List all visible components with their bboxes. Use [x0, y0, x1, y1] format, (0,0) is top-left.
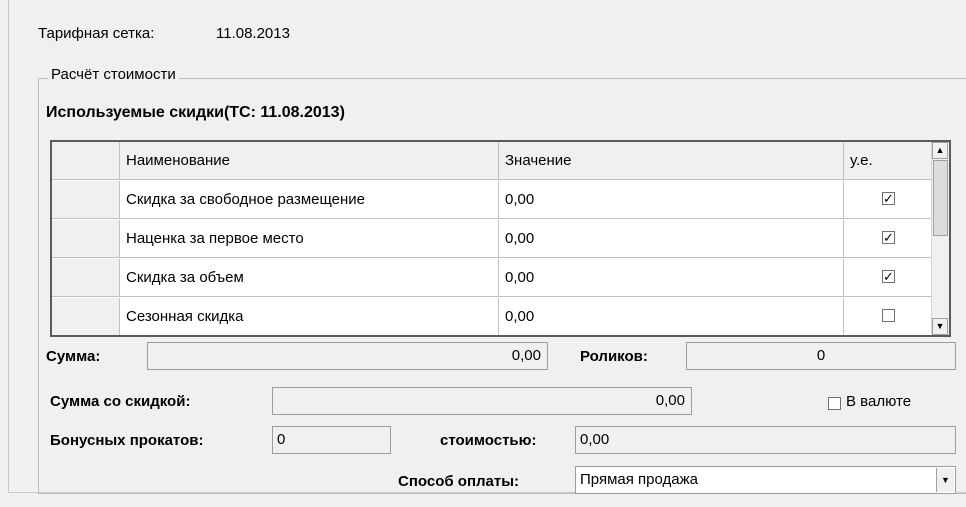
column-header-ue[interactable]: у.е.: [844, 142, 932, 180]
row-selector[interactable]: [52, 181, 120, 219]
grid-vertical-scrollbar[interactable]: ▲ ▼: [931, 142, 949, 335]
cost-label: стоимостью:: [440, 432, 537, 449]
discount-name-cell[interactable]: Наценка за первое место: [120, 220, 499, 258]
tariff-label: Тарифная сетка:: [38, 25, 155, 42]
payment-method-select[interactable]: Прямая продажа ▼: [575, 466, 956, 494]
discount-value-cell[interactable]: 0,00: [499, 220, 844, 258]
discount-value-cell[interactable]: 0,00: [499, 298, 844, 335]
tariff-date: 11.08.2013: [216, 25, 290, 42]
payment-method-value: Прямая продажа: [580, 471, 698, 488]
cost-field: 0,00: [575, 426, 956, 454]
discount-name-cell[interactable]: Скидка за свободное размещение: [120, 181, 499, 219]
clips-field: 0: [686, 342, 956, 370]
currency-label[interactable]: В валюте: [846, 393, 911, 410]
sum-field: 0,00: [147, 342, 548, 370]
discount-ue-cell[interactable]: ✓: [844, 181, 932, 219]
column-header-name[interactable]: Наименование: [120, 142, 499, 180]
ue-checkbox[interactable]: ✓: [882, 270, 895, 283]
discount-ue-cell[interactable]: ✓: [844, 259, 932, 297]
table-row[interactable]: Сезонная скидка 0,00: [52, 298, 932, 335]
discount-name-cell[interactable]: Сезонная скидка: [120, 298, 499, 335]
sum-label: Сумма:: [46, 348, 101, 365]
column-header-value[interactable]: Значение: [499, 142, 844, 180]
table-row[interactable]: Скидка за объем 0,00 ✓: [52, 259, 932, 298]
payment-method-label: Способ оплаты:: [398, 473, 520, 490]
discount-value-cell[interactable]: 0,00: [499, 181, 844, 219]
discount-ue-cell[interactable]: [844, 298, 932, 335]
scroll-down-icon[interactable]: ▼: [932, 318, 948, 335]
bonus-field[interactable]: 0: [272, 426, 391, 454]
row-selector[interactable]: [52, 220, 120, 258]
row-selector[interactable]: [52, 298, 120, 335]
discount-ue-cell[interactable]: ✓: [844, 220, 932, 258]
row-header-corner: [52, 142, 120, 180]
ue-checkbox[interactable]: ✓: [882, 231, 895, 244]
scroll-up-icon[interactable]: ▲: [932, 142, 948, 159]
discount-name-cell[interactable]: Скидка за объем: [120, 259, 499, 297]
window-left-border: [8, 0, 9, 492]
currency-checkbox[interactable]: [828, 397, 841, 410]
discounts-title: Используемые скидки(ТС: 11.08.2013): [46, 104, 345, 121]
table-row[interactable]: Скидка за свободное размещение 0,00 ✓: [52, 181, 932, 220]
table-row[interactable]: Наценка за первое место 0,00 ✓: [52, 220, 932, 259]
group-legend: Расчёт стоимости: [48, 66, 179, 83]
row-selector[interactable]: [52, 259, 120, 297]
chevron-down-icon[interactable]: ▼: [936, 468, 954, 492]
ue-checkbox[interactable]: [882, 309, 895, 322]
ue-checkbox[interactable]: ✓: [882, 192, 895, 205]
scroll-thumb[interactable]: [933, 160, 948, 236]
discounted-sum-label: Сумма со скидкой:: [50, 393, 191, 410]
clips-label: Роликов:: [580, 348, 648, 365]
discount-value-cell[interactable]: 0,00: [499, 259, 844, 297]
discounts-grid[interactable]: Наименование Значение у.е. Скидка за сво…: [50, 140, 951, 337]
discounted-sum-field: 0,00: [272, 387, 692, 415]
bonus-label: Бонусных прокатов:: [50, 432, 204, 449]
grid-header-row: Наименование Значение у.е.: [52, 142, 932, 181]
